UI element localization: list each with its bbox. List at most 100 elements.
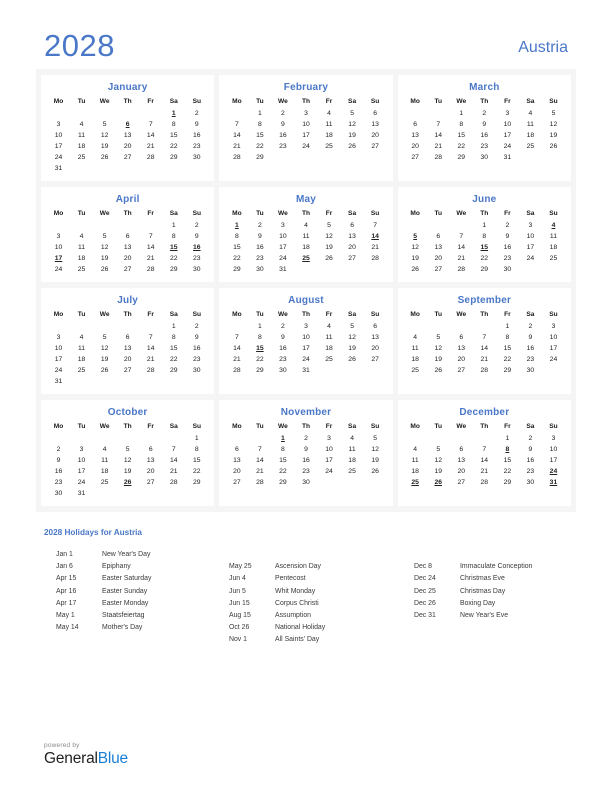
day-cell[interactable]: 24 [496,141,519,152]
day-cell[interactable]: 17 [47,141,70,152]
day-cell[interactable]: 7 [473,444,496,455]
day-cell[interactable]: 28 [450,264,473,275]
day-cell[interactable]: 16 [47,466,70,477]
day-cell[interactable]: 12 [364,444,387,455]
day-cell[interactable]: 22 [225,253,248,264]
day-cell[interactable]: 6 [450,332,473,343]
day-cell[interactable]: 9 [47,455,70,466]
day-cell[interactable]: 29 [162,365,185,376]
day-cell[interactable]: 18 [294,242,317,253]
day-cell[interactable]: 8 [496,332,519,343]
day-cell[interactable]: 11 [542,231,565,242]
day-cell[interactable]: 7 [364,220,387,231]
day-cell[interactable]: 3 [496,108,519,119]
day-cell[interactable]: 15 [162,130,185,141]
day-cell[interactable]: 18 [70,141,93,152]
day-cell[interactable]: 2 [185,321,208,332]
day-cell[interactable]: 10 [294,119,317,130]
day-cell-holiday[interactable]: 5 [404,231,427,242]
day-cell[interactable]: 7 [248,444,271,455]
day-cell[interactable]: 24 [271,253,294,264]
day-cell[interactable]: 15 [496,343,519,354]
day-cell[interactable]: 19 [427,354,450,365]
day-cell[interactable]: 20 [364,343,387,354]
day-cell[interactable]: 20 [116,141,139,152]
day-cell[interactable]: 22 [248,354,271,365]
day-cell[interactable]: 11 [341,444,364,455]
day-cell[interactable]: 29 [450,152,473,163]
day-cell[interactable]: 8 [225,231,248,242]
day-cell[interactable]: 8 [473,231,496,242]
day-cell[interactable]: 17 [271,242,294,253]
day-cell[interactable]: 27 [427,264,450,275]
day-cell[interactable]: 2 [519,433,542,444]
day-cell[interactable]: 28 [162,477,185,488]
day-cell[interactable]: 13 [404,130,427,141]
day-cell[interactable]: 11 [519,119,542,130]
day-cell-holiday[interactable]: 15 [473,242,496,253]
day-cell[interactable]: 25 [93,477,116,488]
day-cell[interactable]: 1 [185,433,208,444]
day-cell[interactable]: 10 [294,332,317,343]
day-cell[interactable]: 10 [271,231,294,242]
day-cell[interactable]: 30 [47,488,70,499]
day-cell[interactable]: 19 [93,141,116,152]
day-cell[interactable]: 22 [496,466,519,477]
day-cell[interactable]: 10 [542,444,565,455]
day-cell-holiday[interactable]: 26 [116,477,139,488]
day-cell[interactable]: 12 [93,130,116,141]
day-cell[interactable]: 15 [271,455,294,466]
day-cell[interactable]: 19 [341,130,364,141]
day-cell[interactable]: 9 [473,119,496,130]
day-cell[interactable]: 3 [542,433,565,444]
day-cell[interactable]: 7 [473,332,496,343]
day-cell[interactable]: 7 [225,332,248,343]
day-cell-holiday[interactable]: 15 [248,343,271,354]
day-cell[interactable]: 23 [271,354,294,365]
day-cell[interactable]: 26 [93,152,116,163]
day-cell[interactable]: 27 [225,477,248,488]
day-cell[interactable]: 4 [318,108,341,119]
day-cell[interactable]: 7 [139,119,162,130]
day-cell[interactable]: 16 [185,130,208,141]
day-cell[interactable]: 19 [116,466,139,477]
day-cell[interactable]: 17 [496,130,519,141]
day-cell[interactable]: 11 [404,455,427,466]
day-cell[interactable]: 24 [47,152,70,163]
day-cell[interactable]: 30 [185,365,208,376]
day-cell[interactable]: 28 [248,477,271,488]
day-cell[interactable]: 14 [473,343,496,354]
day-cell[interactable]: 26 [318,253,341,264]
day-cell[interactable]: 25 [404,365,427,376]
day-cell[interactable]: 26 [427,365,450,376]
day-cell[interactable]: 30 [248,264,271,275]
day-cell[interactable]: 20 [139,466,162,477]
day-cell[interactable]: 27 [116,365,139,376]
day-cell[interactable]: 4 [294,220,317,231]
day-cell[interactable]: 8 [248,119,271,130]
day-cell-holiday[interactable]: 6 [116,119,139,130]
day-cell[interactable]: 29 [185,477,208,488]
day-cell[interactable]: 30 [185,152,208,163]
day-cell[interactable]: 10 [70,455,93,466]
day-cell[interactable]: 22 [450,141,473,152]
day-cell[interactable]: 6 [116,332,139,343]
day-cell[interactable]: 19 [341,343,364,354]
day-cell-holiday[interactable]: 17 [47,253,70,264]
day-cell[interactable]: 14 [473,455,496,466]
day-cell-holiday[interactable]: 14 [364,231,387,242]
day-cell[interactable]: 6 [139,444,162,455]
day-cell[interactable]: 12 [542,119,565,130]
day-cell[interactable]: 24 [519,253,542,264]
day-cell[interactable]: 24 [294,354,317,365]
day-cell[interactable]: 16 [473,130,496,141]
day-cell[interactable]: 21 [450,253,473,264]
day-cell[interactable]: 30 [294,477,317,488]
day-cell[interactable]: 16 [294,455,317,466]
day-cell[interactable]: 28 [139,264,162,275]
day-cell[interactable]: 6 [364,108,387,119]
day-cell[interactable]: 2 [294,433,317,444]
day-cell[interactable]: 18 [318,343,341,354]
day-cell[interactable]: 14 [225,343,248,354]
day-cell[interactable]: 2 [185,108,208,119]
